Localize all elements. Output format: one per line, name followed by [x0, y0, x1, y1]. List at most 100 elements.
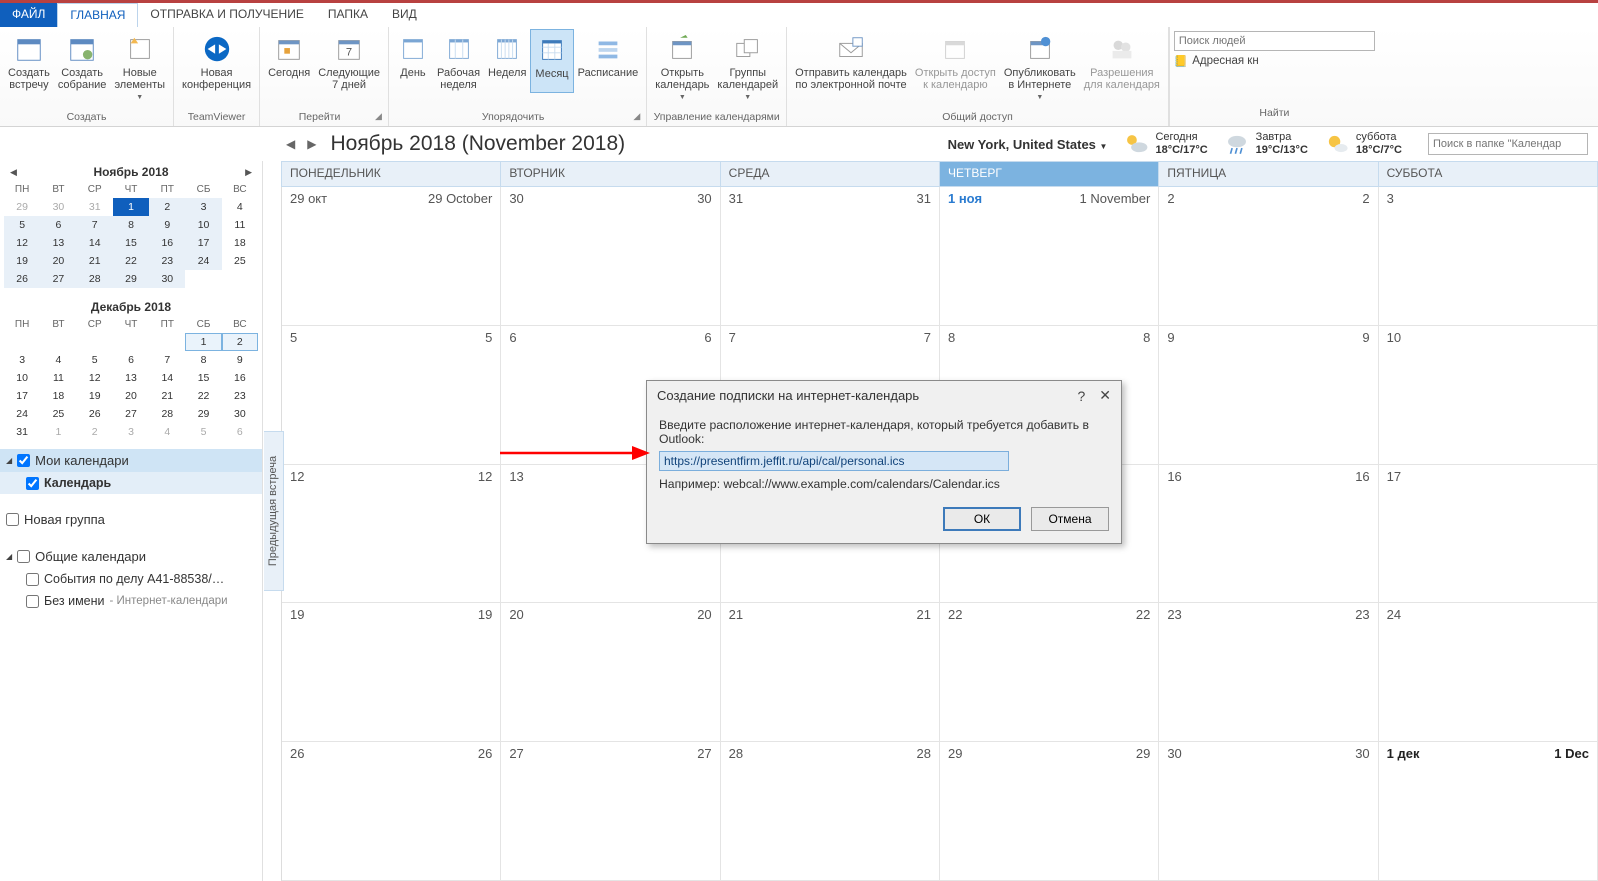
minical-day[interactable]: 6	[40, 216, 76, 234]
calendar-groups-button[interactable]: Группыкалендарей▼	[713, 29, 782, 106]
calendar-day-cell[interactable]: 3030	[501, 187, 720, 326]
minical-day[interactable]: 11	[40, 369, 76, 387]
minical-day[interactable]: 25	[40, 405, 76, 423]
minical-day[interactable]: 18	[40, 387, 76, 405]
day-view-button[interactable]: День	[393, 29, 433, 93]
minical-day[interactable]: 17	[185, 234, 221, 252]
calendar-day-cell[interactable]: 3131	[721, 187, 940, 326]
minical-day[interactable]: 9	[222, 351, 258, 369]
minical-day[interactable]: 23	[149, 252, 185, 270]
minical-day[interactable]: 19	[77, 387, 113, 405]
minical-day[interactable]: 15	[113, 234, 149, 252]
minical-day[interactable]	[40, 333, 76, 351]
minical-day[interactable]: 3	[4, 351, 40, 369]
calendar-day-cell[interactable]: 1212	[282, 465, 501, 604]
new-group-checkbox[interactable]	[6, 513, 19, 526]
calendar-day-cell[interactable]: 2323	[1159, 603, 1378, 742]
minical-day[interactable]	[222, 270, 258, 288]
minical-day[interactable]: 31	[4, 423, 40, 441]
minical-day[interactable]	[4, 333, 40, 351]
minical-day[interactable]: 21	[77, 252, 113, 270]
minical-day[interactable]: 28	[149, 405, 185, 423]
calendar-day-cell[interactable]: 2222	[940, 603, 1159, 742]
minical-day[interactable]: 4	[149, 423, 185, 441]
dialog-launcher-icon[interactable]: ◢	[633, 111, 640, 122]
calendar-day-cell[interactable]: 22	[1159, 187, 1378, 326]
minical-day[interactable]: 3	[113, 423, 149, 441]
sidebar-item-case-events[interactable]: События по делу А41-88538/…	[0, 568, 262, 590]
minical-day[interactable]: 26	[77, 405, 113, 423]
minical-day[interactable]: 23	[222, 387, 258, 405]
search-folder-input[interactable]	[1428, 133, 1588, 155]
address-book-button[interactable]: 📒Адресная кн	[1174, 54, 1375, 68]
calendar-day-cell[interactable]: 2727	[501, 742, 720, 881]
today-button[interactable]: Сегодня	[264, 29, 314, 93]
shared-calendars-checkbox[interactable]	[17, 550, 30, 563]
minical-day[interactable]: 4	[222, 198, 258, 216]
minical-day[interactable]: 7	[77, 216, 113, 234]
share-calendar-button[interactable]: Открыть доступк календарю	[911, 29, 1000, 106]
new-appointment-button[interactable]: Создатьвстречу	[4, 29, 54, 106]
calendar-day-cell[interactable]: 3030	[1159, 742, 1378, 881]
calendar-day-cell[interactable]: 2929	[940, 742, 1159, 881]
minical-day[interactable]: 16	[222, 369, 258, 387]
calendar-day-cell[interactable]: 1919	[282, 603, 501, 742]
search-people-input[interactable]	[1174, 31, 1375, 51]
minical-day[interactable]: 20	[113, 387, 149, 405]
dialog-launcher-icon[interactable]: ◢	[375, 111, 382, 122]
minical-day[interactable]: 5	[4, 216, 40, 234]
minical-day[interactable]: 29	[4, 198, 40, 216]
calendar-day-cell[interactable]: 10	[1379, 326, 1598, 465]
weather-location[interactable]: New York, United States ▼	[948, 137, 1108, 152]
calendar-day-cell[interactable]: 55	[282, 326, 501, 465]
minical-day[interactable]	[185, 270, 221, 288]
tab-folder[interactable]: ПАПКА	[316, 3, 380, 27]
minical-day[interactable]: 12	[77, 369, 113, 387]
calendar-day-cell[interactable]: 1 дек1 Dec	[1379, 742, 1598, 881]
minical-day[interactable]: 27	[113, 405, 149, 423]
minical-prev-button[interactable]: ◀	[10, 167, 17, 178]
minical-day[interactable]	[149, 333, 185, 351]
minical-day[interactable]: 2	[149, 198, 185, 216]
minical-day[interactable]: 5	[77, 351, 113, 369]
tab-file[interactable]: ФАЙЛ	[0, 3, 57, 27]
minical-day[interactable]: 30	[149, 270, 185, 288]
minical-day[interactable]: 1	[185, 333, 221, 351]
calendar-day-cell[interactable]: 1 ноя1 November	[940, 187, 1159, 326]
unnamed-checkbox[interactable]	[26, 595, 39, 608]
email-calendar-button[interactable]: Отправить календарьпо электронной почте	[791, 29, 911, 106]
minical-day[interactable]: 24	[4, 405, 40, 423]
minical-day[interactable]: 26	[4, 270, 40, 288]
new-meeting-button[interactable]: Создатьсобрание	[54, 29, 111, 106]
close-button[interactable]: ✕	[1099, 387, 1111, 404]
ok-button[interactable]: ОК	[943, 507, 1021, 531]
next-month-button[interactable]: ▶	[301, 137, 322, 151]
calendar-day-cell[interactable]: 3	[1379, 187, 1598, 326]
sidebar-item-unnamed[interactable]: Без имени - Интернет-календари	[0, 590, 262, 612]
minical-day[interactable]: 22	[113, 252, 149, 270]
minical-day[interactable]: 6	[222, 423, 258, 441]
tab-send-receive[interactable]: ОТПРАВКА И ПОЛУЧЕНИЕ	[138, 3, 315, 27]
calendar-day-cell[interactable]: 1616	[1159, 465, 1378, 604]
minical-day[interactable]: 24	[185, 252, 221, 270]
case-events-checkbox[interactable]	[26, 573, 39, 586]
previous-appointment-tab[interactable]: Предыдущая встреча	[264, 431, 284, 591]
teamviewer-meeting-button[interactable]: Новаяконференция	[178, 29, 255, 93]
minical-day[interactable]: 1	[40, 423, 76, 441]
minical-day[interactable]	[77, 333, 113, 351]
minical-next-button[interactable]: ▶	[245, 167, 252, 178]
minical-day[interactable]: 1	[113, 198, 149, 216]
schedule-view-button[interactable]: Расписание	[574, 29, 643, 93]
minical-day[interactable]: 22	[185, 387, 221, 405]
calendar-day-cell[interactable]: 2020	[501, 603, 720, 742]
calendar-checkbox[interactable]	[26, 477, 39, 490]
minical-day[interactable]: 10	[4, 369, 40, 387]
calendar-day-cell[interactable]: 2626	[282, 742, 501, 881]
minical-day[interactable]: 21	[149, 387, 185, 405]
calendar-day-cell[interactable]: 24	[1379, 603, 1598, 742]
minical-day[interactable]: 2	[222, 333, 258, 351]
minical-day[interactable]: 29	[113, 270, 149, 288]
minical-day[interactable]: 10	[185, 216, 221, 234]
calendar-permissions-button[interactable]: Разрешениядля календаря	[1080, 29, 1164, 106]
calendar-url-input[interactable]	[659, 451, 1009, 471]
